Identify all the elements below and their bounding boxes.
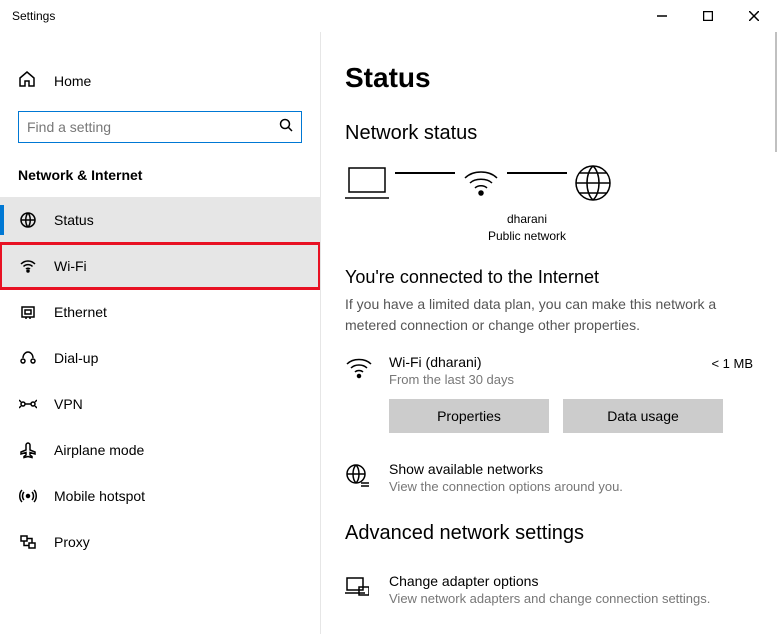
globe-icon: [573, 163, 613, 203]
wifi-diagram-icon: [461, 164, 501, 202]
change-adapter-options[interactable]: Change adapter options View network adap…: [345, 573, 753, 606]
connection-name: Wi-Fi (dharani): [389, 354, 711, 370]
nav-label: Mobile hotspot: [54, 488, 145, 504]
proxy-icon: [18, 533, 38, 551]
sidebar: Home Network & Internet Status Wi-Fi Eth…: [0, 32, 320, 634]
hotspot-icon: [18, 487, 38, 505]
nav-item-dialup[interactable]: Dial-up: [0, 335, 320, 381]
nav-label: Status: [54, 212, 94, 228]
data-usage-button[interactable]: Data usage: [563, 399, 723, 433]
properties-button[interactable]: Properties: [389, 399, 549, 433]
connection-period: From the last 30 days: [389, 372, 711, 387]
advanced-heading: Advanced network settings: [345, 522, 753, 545]
home-label: Home: [54, 73, 91, 89]
search-field[interactable]: [27, 119, 279, 135]
page-title: Status: [345, 62, 753, 94]
nav-label: Proxy: [54, 534, 90, 550]
ethernet-icon: [18, 303, 38, 321]
link-title: Change adapter options: [389, 573, 710, 589]
home-icon: [18, 70, 38, 91]
nav-item-vpn[interactable]: VPN: [0, 381, 320, 427]
link-sub: View the connection options around you.: [389, 479, 623, 494]
nav-label: Airplane mode: [54, 442, 144, 458]
window-title: Settings: [12, 9, 639, 23]
dialup-icon: [18, 349, 38, 367]
nav-item-status[interactable]: Status: [0, 197, 320, 243]
vpn-icon: [18, 395, 38, 413]
category-heading: Network & Internet: [0, 163, 320, 197]
section-heading: Network status: [345, 122, 753, 145]
connected-desc: If you have a limited data plan, you can…: [345, 294, 753, 336]
nav-item-wifi[interactable]: Wi-Fi: [0, 243, 320, 289]
connection-info: Wi-Fi (dharani) From the last 30 days < …: [345, 354, 753, 387]
wifi-icon: [345, 356, 375, 385]
titlebar: Settings: [0, 0, 777, 32]
airplane-icon: [18, 441, 38, 459]
nav-label: Ethernet: [54, 304, 107, 320]
maximize-button[interactable]: [685, 0, 731, 32]
wifi-icon: [18, 257, 38, 275]
adapter-icon: [345, 575, 375, 604]
status-icon: [18, 211, 38, 229]
minimize-button[interactable]: [639, 0, 685, 32]
nav-item-proxy[interactable]: Proxy: [0, 519, 320, 565]
search-input[interactable]: [18, 111, 302, 143]
nav-label: VPN: [54, 396, 83, 412]
nav-item-airplane[interactable]: Airplane mode: [0, 427, 320, 473]
nav-label: Dial-up: [54, 350, 98, 366]
globe-icon: [345, 463, 375, 492]
nav-item-hotspot[interactable]: Mobile hotspot: [0, 473, 320, 519]
network-name: dharani: [467, 211, 587, 228]
network-diagram: [345, 163, 753, 203]
nav-item-ethernet[interactable]: Ethernet: [0, 289, 320, 335]
data-usage-value: < 1 MB: [711, 356, 753, 371]
connected-title: You're connected to the Internet: [345, 267, 753, 288]
computer-icon: [345, 164, 389, 202]
link-sub: View network adapters and change connect…: [389, 591, 710, 606]
show-available-networks[interactable]: Show available networks View the connect…: [345, 461, 753, 494]
nav-label: Wi-Fi: [54, 258, 87, 274]
link-title: Show available networks: [389, 461, 623, 477]
network-type: Public network: [467, 228, 587, 245]
home-link[interactable]: Home: [0, 62, 320, 99]
search-icon: [279, 118, 293, 137]
main-panel: Status Network status dharani Public net…: [320, 32, 777, 634]
close-button[interactable]: [731, 0, 777, 32]
